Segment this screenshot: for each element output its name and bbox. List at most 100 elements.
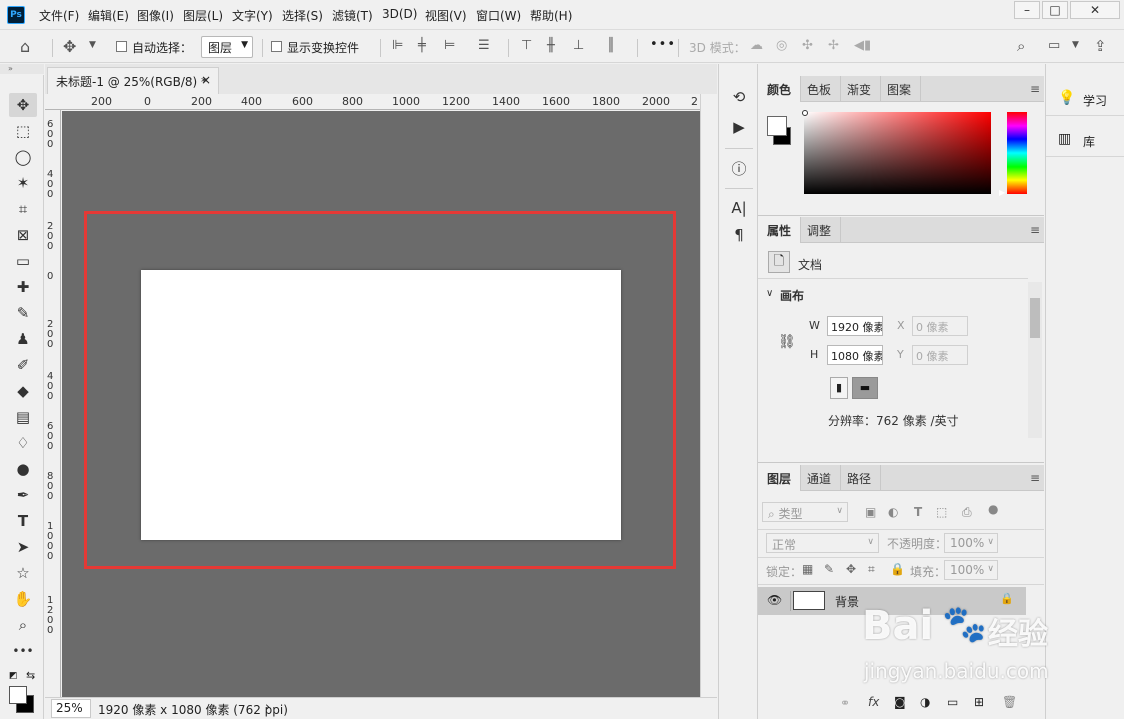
opacity-input[interactable]: 100% ∨	[944, 533, 998, 553]
close-icon[interactable]: ✕	[1070, 1, 1120, 19]
vertical-scrollbar[interactable]	[700, 94, 716, 697]
blend-mode-dropdown[interactable]: 正常 ∨	[766, 533, 879, 553]
share-icon[interactable]: ⇪	[1094, 37, 1107, 55]
clone-stamp-tool-icon[interactable]: ♟	[9, 327, 37, 351]
maximize-icon[interactable]: □	[1042, 1, 1068, 19]
menu-type[interactable]: 文字(Y)	[232, 7, 273, 24]
show-transform-checkbox[interactable]	[271, 41, 282, 52]
layer-thumbnail[interactable]	[793, 591, 825, 610]
distribute-vertical-icon[interactable]: ║	[607, 38, 615, 53]
menu-file[interactable]: 文件(F)	[39, 7, 79, 24]
eraser-tool-icon[interactable]: ◆	[9, 379, 37, 403]
color-field[interactable]	[804, 112, 991, 194]
search-icon[interactable]: ⌕	[1017, 37, 1025, 55]
adjustment-icon[interactable]: ◑	[920, 695, 930, 709]
type-tool-icon[interactable]: T	[9, 509, 37, 533]
swap-colors-icon[interactable]: ⇆	[26, 669, 35, 682]
foreground-color-swatch[interactable]	[9, 686, 27, 704]
horizontal-ruler[interactable]: 200 0 200 400 600 800 1000 1200 1400 160…	[45, 94, 700, 110]
toolbar-collapse-strip[interactable]: »	[0, 64, 44, 74]
filter-pixel-icon[interactable]: ▣	[865, 505, 876, 519]
x-input[interactable]: 0 像素	[912, 316, 968, 336]
link-dimensions-icon[interactable]: ⛓	[778, 334, 796, 350]
menu-layer[interactable]: 图层(L)	[183, 7, 223, 24]
hue-slider-handle[interactable]: ▶	[999, 188, 1005, 197]
edit-toolbar-icon[interactable]: •••	[9, 639, 37, 663]
filter-type-icon[interactable]: T	[914, 505, 922, 519]
tab-swatches[interactable]: 色板	[798, 76, 842, 102]
learn-panel-button[interactable]: 💡 学习	[1046, 82, 1124, 116]
scrollbar-thumb[interactable]	[1030, 298, 1040, 338]
tab-patterns[interactable]: 图案	[878, 76, 922, 102]
fill-input[interactable]: 100% ∨	[944, 560, 998, 580]
align-bottom-icon[interactable]: ⊥	[573, 38, 584, 53]
eye-visibility-icon[interactable]: 👁	[767, 593, 782, 607]
layer-name[interactable]: 背景	[835, 593, 859, 610]
portrait-orientation-icon[interactable]: ▮	[830, 377, 848, 399]
height-input[interactable]: 1080 像素	[827, 345, 883, 365]
tab-color[interactable]: 颜色	[758, 76, 802, 102]
3d-slide-icon[interactable]: ✢	[828, 38, 839, 53]
workspace-icon[interactable]: ▭	[1048, 38, 1060, 53]
fx-icon[interactable]: fx	[868, 695, 879, 709]
menu-view[interactable]: 视图(V)	[425, 7, 467, 24]
folder-icon[interactable]: ▭	[947, 695, 958, 709]
properties-scrollbar[interactable]	[1028, 282, 1042, 438]
lock-pixels-icon[interactable]: ✎	[824, 562, 834, 576]
crop-tool-icon[interactable]: ⌗	[9, 197, 37, 221]
width-input[interactable]: 1920 像素	[827, 316, 883, 336]
tab-gradients[interactable]: 渐变	[838, 76, 882, 102]
3d-orbit-icon[interactable]: ☁	[750, 38, 763, 53]
menu-image[interactable]: 图像(I)	[137, 7, 174, 24]
path-selection-tool-icon[interactable]: ➤	[9, 535, 37, 559]
vertical-ruler[interactable]: 6 0 0 4 0 0 2 0 0 0 2 0 0 4 0 0 6 0 0 8 …	[45, 110, 61, 697]
color-picker-handle[interactable]	[802, 110, 808, 116]
panel-menu-icon[interactable]: ≡	[1030, 471, 1040, 485]
menu-edit[interactable]: 编辑(E)	[88, 7, 129, 24]
chevron-down-icon[interactable]: ∨	[766, 288, 773, 299]
magic-wand-tool-icon[interactable]: ✶	[9, 171, 37, 195]
close-tab-icon[interactable]: ×	[201, 73, 211, 87]
layer-filter-dropdown[interactable]: ⌕ 类型 ∨	[762, 502, 848, 522]
info-icon[interactable]: ⓘ	[729, 158, 749, 178]
tab-adjustments[interactable]: 调整	[798, 217, 842, 243]
lock-artboard-icon[interactable]: ⌗	[868, 562, 875, 577]
status-menu-arrow-icon[interactable]: ›	[265, 700, 270, 715]
hand-tool-icon[interactable]: ✋	[9, 587, 37, 611]
align-center-icon[interactable]: ╪	[418, 38, 426, 53]
auto-select-target-dropdown[interactable]: 图层 ▼	[201, 36, 253, 58]
menu-filter[interactable]: 滤镜(T)	[332, 7, 373, 24]
align-top-icon[interactable]: ⊤	[521, 38, 532, 53]
3d-pan-icon[interactable]: ✣	[802, 38, 813, 53]
zoom-level-field[interactable]: 25%	[51, 699, 91, 718]
y-input[interactable]: 0 像素	[912, 345, 968, 365]
lock-position-icon[interactable]: ✥	[846, 562, 856, 576]
foreground-color-swatch[interactable]	[767, 116, 787, 136]
gradient-tool-icon[interactable]: ▤	[9, 405, 37, 429]
blur-tool-icon[interactable]: ♢	[9, 431, 37, 455]
document-tab[interactable]: 未标题-1 @ 25%(RGB/8) * ×	[47, 67, 219, 94]
default-colors-icon[interactable]: ◩	[9, 671, 18, 681]
align-left-icon[interactable]: ⊫	[392, 38, 403, 53]
healing-brush-tool-icon[interactable]: ✚	[9, 275, 37, 299]
tab-layers[interactable]: 图层	[758, 465, 802, 491]
tab-channels[interactable]: 通道	[798, 465, 842, 491]
tab-properties[interactable]: 属性	[758, 217, 802, 243]
home-icon[interactable]: ⌂	[20, 37, 30, 56]
lasso-tool-icon[interactable]: ◯	[9, 145, 37, 169]
move-tool-icon[interactable]: ✥	[9, 93, 37, 117]
align-middle-icon[interactable]: ╫	[547, 38, 555, 53]
filter-shape-icon[interactable]: ⬚	[936, 505, 947, 519]
menu-window[interactable]: 窗口(W)	[476, 7, 521, 24]
panel-menu-icon[interactable]: ≡	[1030, 82, 1040, 96]
3d-camera-icon[interactable]: ◀▮	[854, 38, 871, 53]
filter-toggle-icon[interactable]: ●	[988, 502, 998, 516]
panel-menu-icon[interactable]: ≡	[1030, 223, 1040, 237]
actions-play-icon[interactable]: ▶	[729, 118, 749, 138]
photoshop-logo-icon[interactable]: Ps	[7, 6, 25, 24]
chevron-down-icon[interactable]: ▼	[89, 40, 96, 50]
trash-icon[interactable]: 🗑	[1002, 695, 1017, 709]
ruler-tool-icon[interactable]: ▭	[9, 249, 37, 273]
menu-help[interactable]: 帮助(H)	[530, 7, 572, 24]
zoom-tool-icon[interactable]: ⌕	[9, 613, 37, 637]
